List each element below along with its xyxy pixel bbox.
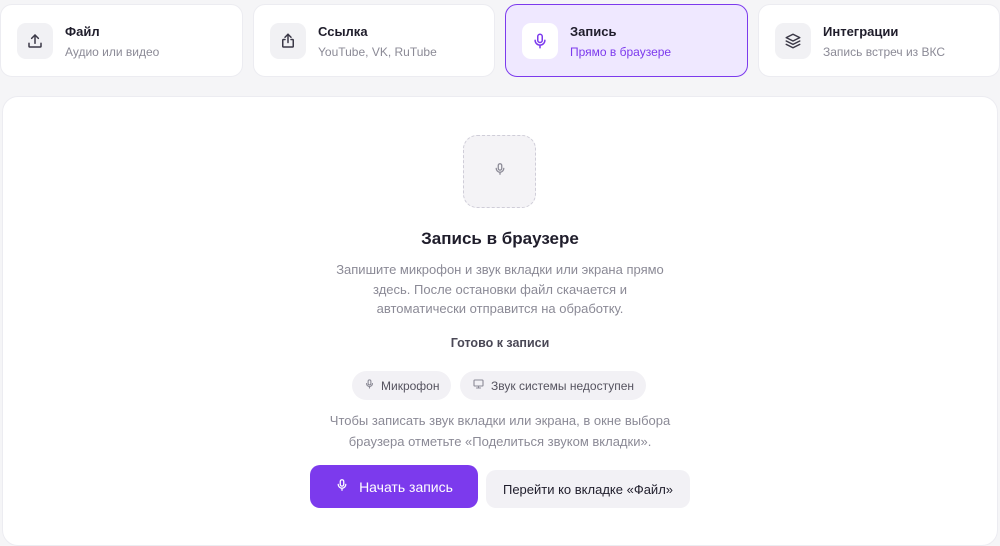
tab-record-title: Запись (570, 24, 617, 39)
microphone-icon (364, 378, 375, 393)
tab-link[interactable]: Ссылка YouTube, VK, RuTube (253, 4, 495, 77)
tab-record-subtitle: Прямо в браузере (570, 45, 672, 59)
description-line: Запишите микрофон и звук вкладки или экр… (336, 262, 664, 277)
system-audio-chip-label: Звук системы недоступен (491, 378, 635, 393)
tab-integrations-subtitle: Запись встреч из ВКС (823, 45, 946, 59)
source-tabs: Файл Аудио или видео Ссылка YouTube, VK,… (0, 4, 1000, 77)
go-to-file-tab-button[interactable]: Перейти ко вкладке «Файл» (486, 470, 690, 508)
hint-line: браузера отметьте «Поделиться звуком вкл… (348, 433, 652, 449)
microphone-chip: Микрофон (352, 371, 452, 400)
system-audio-chip: Звук системы недоступен (460, 371, 647, 400)
monitor-icon (472, 378, 485, 393)
tab-integrations[interactable]: Интеграции Запись встреч из ВКС (758, 4, 1000, 77)
layers-icon (775, 23, 811, 59)
tab-file-subtitle: Аудио или видео (65, 45, 160, 59)
description-line: здесь. После остановки файл скачается и (373, 281, 627, 297)
recorder-status: Готово к записи (450, 336, 550, 350)
recorder-heading: Запись в браузере (421, 229, 579, 248)
hint-line: Чтобы записать звук вкладки или экрана, … (329, 413, 671, 428)
start-recording-label: Начать запись (359, 478, 453, 495)
tab-integrations-title: Интеграции (823, 24, 899, 39)
microphone-icon (335, 477, 349, 496)
start-recording-button[interactable]: Начать запись (310, 465, 478, 508)
microphone-chip-label: Микрофон (381, 378, 440, 393)
recorder-hint: Чтобы записать звук вкладки или экрана, … (310, 411, 690, 452)
tab-link-subtitle: YouTube, VK, RuTube (318, 45, 437, 59)
microphone-icon (493, 161, 507, 182)
recorder-description: Запишите микрофон и звук вкладки или экр… (320, 260, 680, 319)
tab-link-title: Ссылка (318, 24, 368, 39)
description-line: автоматически отправится на обработку. (376, 301, 624, 316)
tab-file-title: Файл (65, 24, 100, 39)
tab-record[interactable]: Запись Прямо в браузере (505, 4, 748, 77)
go-to-file-tab-label: Перейти ко вкладке «Файл» (502, 481, 674, 497)
recorder-mic-placeholder (463, 135, 536, 208)
share-icon (270, 23, 306, 59)
upload-icon (17, 23, 53, 59)
tab-file[interactable]: Файл Аудио или видео (0, 4, 243, 77)
microphone-icon (522, 23, 558, 59)
